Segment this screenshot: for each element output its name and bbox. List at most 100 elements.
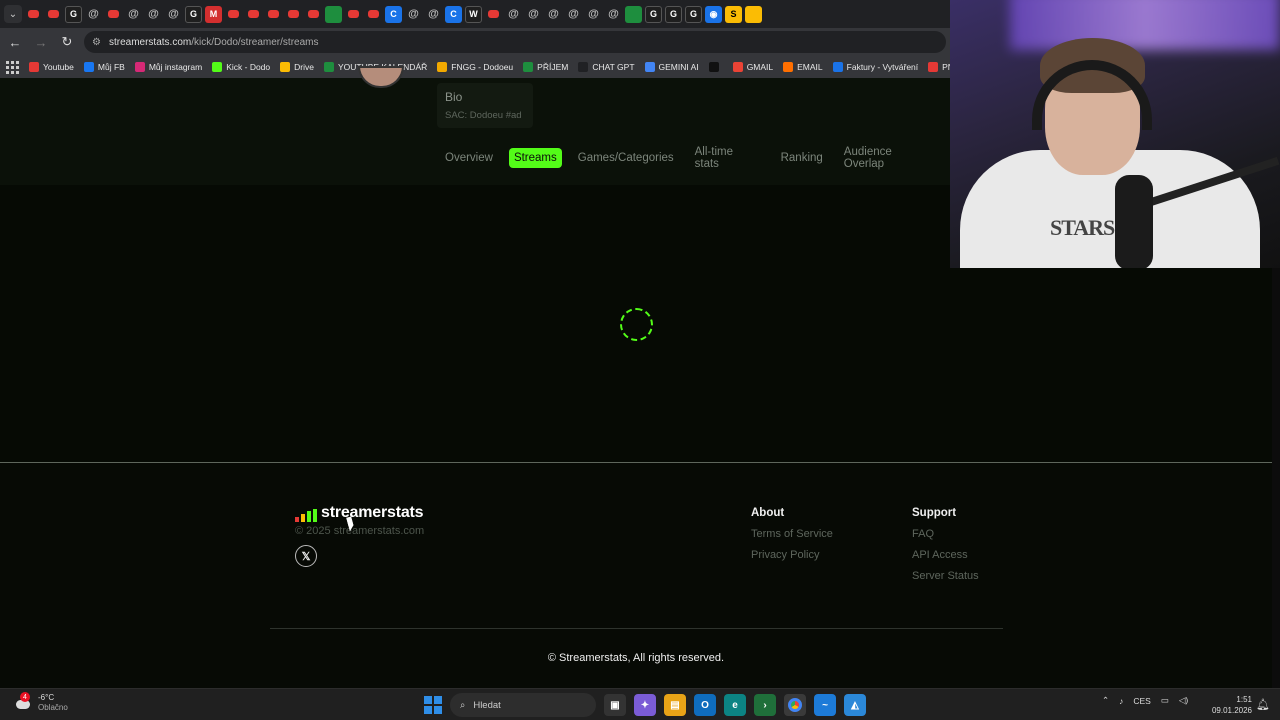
app-chart-icon[interactable]: ~ [814,694,836,716]
browser-tab-at-icon[interactable]: @ [85,6,102,23]
copilot-icon[interactable]: ✦ [634,694,656,716]
volume-icon[interactable]: ◁) [1179,695,1188,706]
browser-tab-youtube-icon[interactable] [225,5,242,23]
browser-tab-at-icon[interactable]: @ [545,6,562,23]
browser-tab-at-icon[interactable]: @ [605,6,622,23]
browser-tab-youtube-icon[interactable] [285,5,302,23]
edge-icon[interactable]: e [724,694,746,716]
bookmark-item[interactable] [708,62,723,72]
browser-tab-gmail-icon[interactable]: M [205,5,222,23]
apps-grid-icon[interactable] [6,60,19,74]
clock[interactable]: 1:51 09.01.2026 [1208,694,1252,716]
browser-tab-g-icon[interactable]: G [65,5,82,23]
browser-tab-g-icon[interactable]: G [665,5,682,23]
bookmark-item[interactable]: Faktury - Vytváření [832,62,918,72]
page-scrollbar[interactable] [1272,268,1280,688]
faq-link[interactable]: FAQ [912,528,979,540]
browser-tab-youtube-icon[interactable] [305,5,322,23]
tab-search-button[interactable]: ⌄ [4,5,22,23]
site-info-icon[interactable]: ⚙ [92,37,101,48]
bookmark-item[interactable]: FNGG - Dodoeu [437,62,513,72]
browser-tab-at-icon[interactable]: @ [585,6,602,23]
server-status-link[interactable]: Server Status [912,570,979,582]
bookmark-item[interactable]: GMAIL [732,62,773,72]
bookmark-item[interactable]: Můj FB [83,62,125,72]
browser-tab-at-icon[interactable]: @ [425,6,442,23]
browser-tab-g-icon[interactable]: G [185,5,202,23]
streamerstats-logo[interactable]: streamerstats [295,504,424,522]
tab-streams[interactable]: Streams [508,148,562,168]
back-icon[interactable]: ← [4,31,26,53]
weather-widget[interactable]: 4 -6°C Oblačno [14,692,68,713]
browser-tab-cam-icon[interactable]: ◉ [705,5,722,23]
tab-all-time-stats[interactable]: All-time stats [690,142,765,174]
browser-tab-youtube-icon[interactable] [265,5,282,23]
bookmark-item[interactable]: CHAT GPT [578,62,635,72]
browser-tab-sheets-icon[interactable] [625,5,642,23]
browser-tab-youtube-icon[interactable] [105,5,122,23]
browser-tab-youtube-icon[interactable] [45,5,62,23]
forward-icon[interactable]: → [30,31,52,53]
browser-tab-at-icon[interactable]: @ [505,6,522,23]
bookmark-item[interactable]: PNG to PD [928,62,950,72]
bookmark-item[interactable]: Drive [280,62,314,72]
chevron-up-icon[interactable]: ⌃ [1102,695,1109,706]
bookmark-item[interactable]: Můj instagram [134,62,202,72]
browser-tab-c-icon[interactable]: C [445,5,462,23]
browser-tab-youtube-icon[interactable] [25,5,42,23]
bookmark-favicon-icon [83,62,94,72]
terminal-icon[interactable]: › [754,694,776,716]
address-bar[interactable]: ⚙ streamerstats.com/kick/Dodo/streamer/s… [84,31,946,53]
reload-icon[interactable]: ↻ [56,31,78,53]
browser-tab-sheets-icon[interactable] [325,5,342,23]
browser-tab-w-icon[interactable]: W [465,5,482,23]
browser-tab-at-icon[interactable]: @ [165,6,182,23]
tab-overview[interactable]: Overview [440,148,498,168]
clock-time: 1:51 [1236,695,1252,704]
privacy-policy-link[interactable]: Privacy Policy [751,549,833,561]
bookmark-favicon-icon [644,62,655,72]
browser-tab-g-icon[interactable]: G [685,5,702,23]
bookmark-item[interactable]: Youtube [29,62,74,72]
language-indicator[interactable]: CES [1133,696,1150,706]
browser-tab-c-icon[interactable]: C [385,5,402,23]
browser-tab-yellow-icon[interactable] [745,5,762,23]
notifications-bell-icon[interactable]: 🔔︎ [1256,698,1270,711]
chrome-icon[interactable] [784,694,806,716]
browser-tab-at-icon[interactable]: @ [525,6,542,23]
browser-tab-at-icon[interactable]: @ [145,6,162,23]
task-view-icon[interactable]: ▣ [604,694,626,716]
browser-tab-youtube-icon[interactable] [345,5,362,23]
terms-of-service-link[interactable]: Terms of Service [751,528,833,540]
file-explorer-icon[interactable]: ▤ [664,694,686,716]
bookmark-favicon-icon [928,62,939,72]
browser-tab-youtube-icon[interactable] [245,5,262,23]
search-icon: ⌕ [460,699,466,711]
browser-tab-s-icon[interactable]: S [725,5,742,23]
api-access-link[interactable]: API Access [912,549,979,561]
bookmark-item[interactable]: GEMINI AI [644,62,699,72]
app-monitor-icon[interactable]: ◭ [844,694,866,716]
browser-tab-g-icon[interactable]: G [645,5,662,23]
taskbar-search[interactable]: ⌕ Hledat [450,693,596,717]
tab-audience-overlap[interactable]: Audience Overlap [839,142,939,174]
browser-tab-at-icon[interactable]: @ [405,6,422,23]
bio-text: SAC: Dodoeu #ad [445,110,522,121]
browser-tab-at-icon[interactable]: @ [565,6,582,23]
profile-tabs: Overview Streams Games/Categories All-time … [440,142,950,174]
bookmark-item[interactable]: PŘÍJEM [523,62,568,72]
support-heading: Support [912,507,957,519]
bookmark-item[interactable]: Kick - Dodo [212,62,270,72]
tab-games-categories[interactable]: Games/Categories [573,148,679,168]
browser-tab-youtube-icon[interactable] [485,5,502,23]
microphone-icon[interactable]: ♪ [1119,696,1123,706]
x-twitter-icon[interactable]: 𝕏 [295,545,317,567]
browser-tab-at-icon[interactable]: @ [125,6,142,23]
webcam-overlay: STARS [950,0,1280,268]
outlook-icon[interactable]: O [694,694,716,716]
bookmark-item[interactable]: EMAIL [783,62,823,72]
tab-ranking[interactable]: Ranking [776,148,828,168]
network-icon[interactable]: ▭ [1161,695,1169,706]
browser-tab-youtube-icon[interactable] [365,5,382,23]
start-windows-icon[interactable] [424,696,442,714]
